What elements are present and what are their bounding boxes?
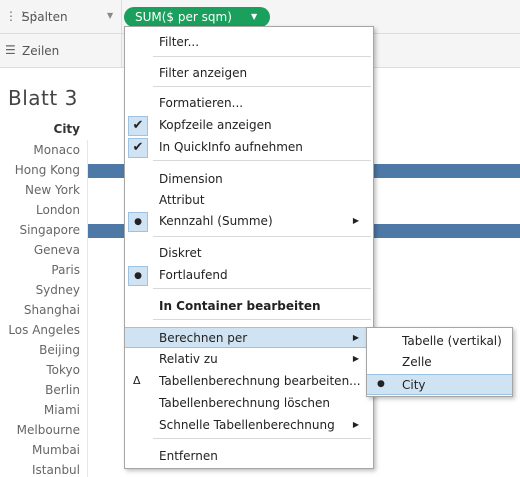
menu-item-filter-anzeigen[interactable]: Filter anzeigen — [125, 63, 373, 84]
pill-dropdown-icon[interactable]: ▼ — [251, 12, 257, 21]
city-label-beijing[interactable]: Beijing — [0, 343, 80, 357]
menu-item-schnelle-tabellenberechnung[interactable]: Schnelle Tabellenberechnung ▶ — [125, 415, 373, 436]
city-label-new-york[interactable]: New York — [0, 183, 80, 197]
city-label-hong-kong[interactable]: Hong Kong — [0, 163, 80, 177]
submenu-item-city[interactable]: ● City — [367, 374, 512, 395]
menu-item-in-quickinfo-aufnehmen[interactable]: ✔ In QuickInfo aufnehmen — [125, 137, 373, 158]
menu-item-berechnen-per[interactable]: Berechnen per ▶ — [125, 327, 373, 348]
city-header[interactable]: City — [0, 122, 80, 136]
delta-icon: Δ — [133, 374, 141, 387]
menu-item-tabellenberechnung-l-schen[interactable]: Tabellenberechnung löschen — [125, 393, 373, 414]
rows-shelf-label: ☰ Zeilen — [0, 34, 122, 68]
measure-pill[interactable]: SUM($ per sqm) ▼ — [124, 7, 270, 27]
city-label-berlin[interactable]: Berlin — [0, 383, 80, 397]
menu-item-label: Filter... — [159, 35, 200, 49]
submenu-item-zelle[interactable]: Zelle — [367, 352, 512, 373]
menu-separator — [153, 288, 371, 289]
menu-item-label: Relativ zu — [159, 352, 218, 366]
city-label-singapore[interactable]: Singapore — [0, 223, 80, 237]
menu-item-label: Entfernen — [159, 449, 218, 463]
menu-item-label: Attribut — [159, 193, 205, 207]
city-label-geneva[interactable]: Geneva — [0, 243, 80, 257]
menu-item-entfernen[interactable]: Entfernen — [125, 446, 373, 467]
columns-label: Spalten — [22, 10, 68, 24]
menu-item-label: Kennzahl (Summe) — [159, 214, 273, 228]
menu-item-kennzahl-summe[interactable]: ● Kennzahl (Summe) ▶ — [125, 211, 373, 232]
worksheet-window: ⋮⋮⋮ Spalten ▼ SUM($ per sqm) ▼ ☰ Zeilen … — [0, 0, 520, 477]
menu-item-label: Fortlaufend — [159, 268, 228, 282]
menu-separator — [153, 236, 371, 237]
menu-item-label: In Container bearbeiten — [159, 299, 321, 313]
menu-item-label: Dimension — [159, 172, 223, 186]
menu-separator — [153, 438, 371, 439]
city-label-los-angeles[interactable]: Los Angeles — [0, 323, 80, 337]
menu-item-label: Schnelle Tabellenberechnung — [159, 418, 335, 432]
submenu-arrow-icon: ▶ — [352, 333, 359, 342]
radio-dot-icon: ● — [128, 266, 148, 286]
menu-item-label: Tabellenberechnung bearbeiten... — [159, 374, 361, 388]
radio-dot-icon: ● — [377, 379, 385, 389]
context-menu: Filter... Filter anzeigen Formatieren... ✔ K… — [124, 26, 374, 469]
menu-item-label: Tabellenberechnung löschen — [159, 396, 330, 410]
submenu-item-label: Zelle — [402, 355, 432, 369]
menu-item-tabellenberechnung-bearbeiten[interactable]: Δ Tabellenberechnung bearbeiten... — [125, 371, 373, 392]
menu-separator — [153, 56, 371, 57]
menu-item-formatieren[interactable]: Formatieren... — [125, 93, 373, 114]
menu-item-label: Berechnen per — [159, 331, 248, 345]
submenu-item-label: City — [402, 378, 426, 392]
compute-using-submenu: Tabelle (vertikal) Zelle ● City — [366, 327, 513, 397]
pill-label: SUM($ per sqm) — [135, 10, 232, 24]
axis-divider — [87, 140, 88, 477]
menu-item-label: Kopfzeile anzeigen — [159, 118, 272, 132]
menu-item-attribut[interactable]: Attribut — [125, 190, 373, 211]
rows-label: Zeilen — [22, 44, 60, 58]
city-label-sydney[interactable]: Sydney — [0, 283, 80, 297]
submenu-item-label: Tabelle (vertikal) — [402, 334, 502, 348]
menu-item-label: Filter anzeigen — [159, 66, 248, 80]
city-label-melbourne[interactable]: Melbourne — [0, 423, 80, 437]
menu-item-kopfzeile-anzeigen[interactable]: ✔ Kopfzeile anzeigen — [125, 115, 373, 136]
menu-item-filter[interactable]: Filter... — [125, 32, 373, 53]
menu-item-relativ-zu[interactable]: Relativ zu ▶ — [125, 349, 373, 370]
city-label-mumbai[interactable]: Mumbai — [0, 443, 80, 457]
submenu-arrow-icon: ▶ — [352, 420, 359, 429]
city-label-monaco[interactable]: Monaco — [0, 143, 80, 157]
checkmark-icon: ✔ — [128, 138, 148, 158]
checkmark-icon: ✔ — [128, 116, 148, 136]
menu-item-diskret[interactable]: Diskret — [125, 243, 373, 264]
city-label-miami[interactable]: Miami — [0, 403, 80, 417]
menu-item-fortlaufend[interactable]: ● Fortlaufend — [125, 265, 373, 286]
city-label-shanghai[interactable]: Shanghai — [0, 303, 80, 317]
columns-shelf-label: ⋮⋮⋮ Spalten ▼ — [0, 0, 122, 34]
rows-icon: ☰ — [5, 43, 16, 57]
city-label-tokyo[interactable]: Tokyo — [0, 363, 80, 377]
city-label-london[interactable]: London — [0, 203, 80, 217]
menu-item-label: Diskret — [159, 246, 202, 260]
menu-item-label: In QuickInfo aufnehmen — [159, 140, 303, 154]
menu-item-in-container-bearbeiten[interactable]: In Container bearbeiten — [125, 296, 373, 317]
submenu-item-tabelle-vertikal[interactable]: Tabelle (vertikal) — [367, 331, 512, 352]
menu-separator — [153, 319, 371, 320]
submenu-arrow-icon: ▶ — [352, 354, 359, 363]
radio-dot-icon: ● — [128, 212, 148, 232]
submenu-arrow-icon: ▶ — [352, 216, 359, 225]
city-label-paris[interactable]: Paris — [0, 263, 80, 277]
chevron-down-icon[interactable]: ▼ — [107, 11, 113, 20]
city-label-istanbul[interactable]: Istanbul — [0, 463, 80, 477]
menu-item-dimension[interactable]: Dimension — [125, 169, 373, 190]
sheet-title: Blatt 3 — [8, 86, 78, 110]
menu-separator — [153, 86, 371, 87]
menu-separator — [153, 160, 371, 161]
menu-item-label: Formatieren... — [159, 96, 244, 110]
